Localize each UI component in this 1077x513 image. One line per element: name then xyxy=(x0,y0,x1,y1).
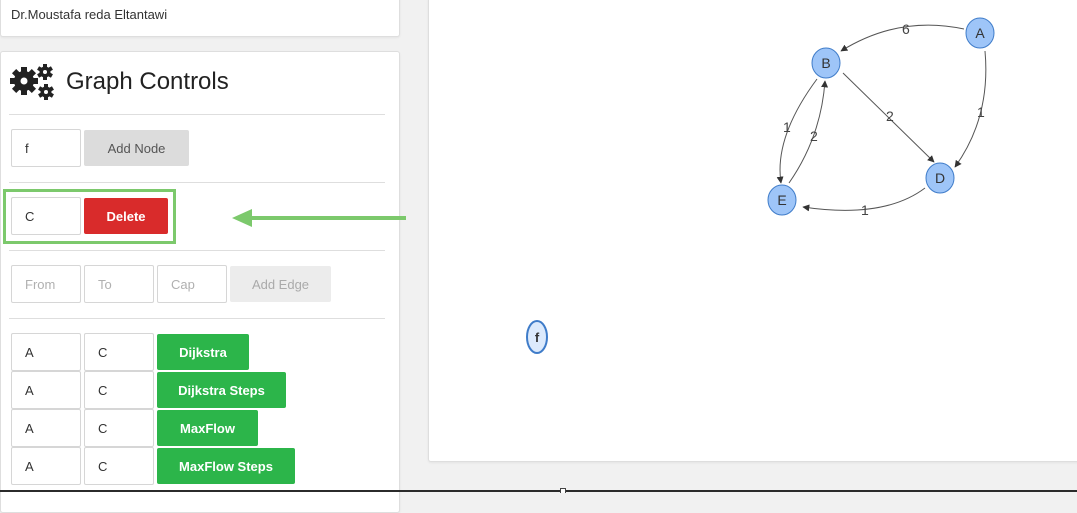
edge-from-input[interactable] xyxy=(11,265,81,303)
divider xyxy=(9,114,385,115)
gears-icon xyxy=(10,64,54,100)
graph-svg[interactable]: 6 1 2 1 2 1 A B D E f xyxy=(429,0,1077,461)
divider xyxy=(9,182,385,183)
edge-capacity-input[interactable] xyxy=(157,265,227,303)
annotation-arrow xyxy=(232,209,406,227)
author-name: Dr.Moustafa reda Eltantawi xyxy=(11,7,168,22)
edge-label: 2 xyxy=(810,128,818,144)
edge-label: 2 xyxy=(886,108,894,124)
algo-to-input[interactable] xyxy=(84,447,154,485)
graph-node-b[interactable]: B xyxy=(811,47,841,79)
add-node-button[interactable]: Add Node xyxy=(84,130,189,166)
delete-node-input[interactable] xyxy=(11,197,81,235)
graph-controls-panel: Graph Controls Add Node Delete Add Edge … xyxy=(0,51,400,513)
algo-from-input[interactable] xyxy=(11,371,81,409)
algo-to-input[interactable] xyxy=(84,333,154,371)
graph-canvas[interactable]: 6 1 2 1 2 1 A B D E f xyxy=(428,0,1077,462)
graph-node-a[interactable]: A xyxy=(965,17,995,49)
node-label: A xyxy=(975,25,985,41)
node-label: f xyxy=(535,330,540,345)
window-bottom-border xyxy=(0,490,1077,492)
resize-handle[interactable] xyxy=(560,488,566,493)
algo-from-input[interactable] xyxy=(11,333,81,371)
node-label: B xyxy=(821,55,830,71)
graph-node-d[interactable]: D xyxy=(925,162,955,194)
maxflow-button[interactable]: MaxFlow xyxy=(157,410,258,446)
dijkstra-steps-button[interactable]: Dijkstra Steps xyxy=(157,372,286,408)
graph-edge[interactable] xyxy=(788,80,829,184)
graph-node-e[interactable]: E xyxy=(767,184,797,216)
dijkstra-button[interactable]: Dijkstra xyxy=(157,334,249,370)
graph-node-f[interactable]: f xyxy=(526,320,548,354)
divider xyxy=(9,318,385,319)
edge-label: 1 xyxy=(977,104,985,120)
controls-header: Graph Controls xyxy=(9,62,229,102)
node-label: E xyxy=(777,192,786,208)
delete-button[interactable]: Delete xyxy=(84,198,168,234)
controls-title: Graph Controls xyxy=(66,68,229,95)
algo-to-input[interactable] xyxy=(84,409,154,447)
node-name-input[interactable] xyxy=(11,129,81,167)
edge-label: 1 xyxy=(783,119,791,135)
node-label: D xyxy=(935,170,945,186)
maxflow-steps-button[interactable]: MaxFlow Steps xyxy=(157,448,295,484)
algo-from-input[interactable] xyxy=(11,409,81,447)
edge-label: 6 xyxy=(902,21,910,37)
edge-to-input[interactable] xyxy=(84,265,154,303)
edge-label: 1 xyxy=(861,202,869,218)
algo-to-input[interactable] xyxy=(84,371,154,409)
divider xyxy=(9,250,385,251)
author-card: Dr.Moustafa reda Eltantawi xyxy=(0,0,400,37)
add-edge-button[interactable]: Add Edge xyxy=(230,266,331,302)
algo-from-input[interactable] xyxy=(11,447,81,485)
